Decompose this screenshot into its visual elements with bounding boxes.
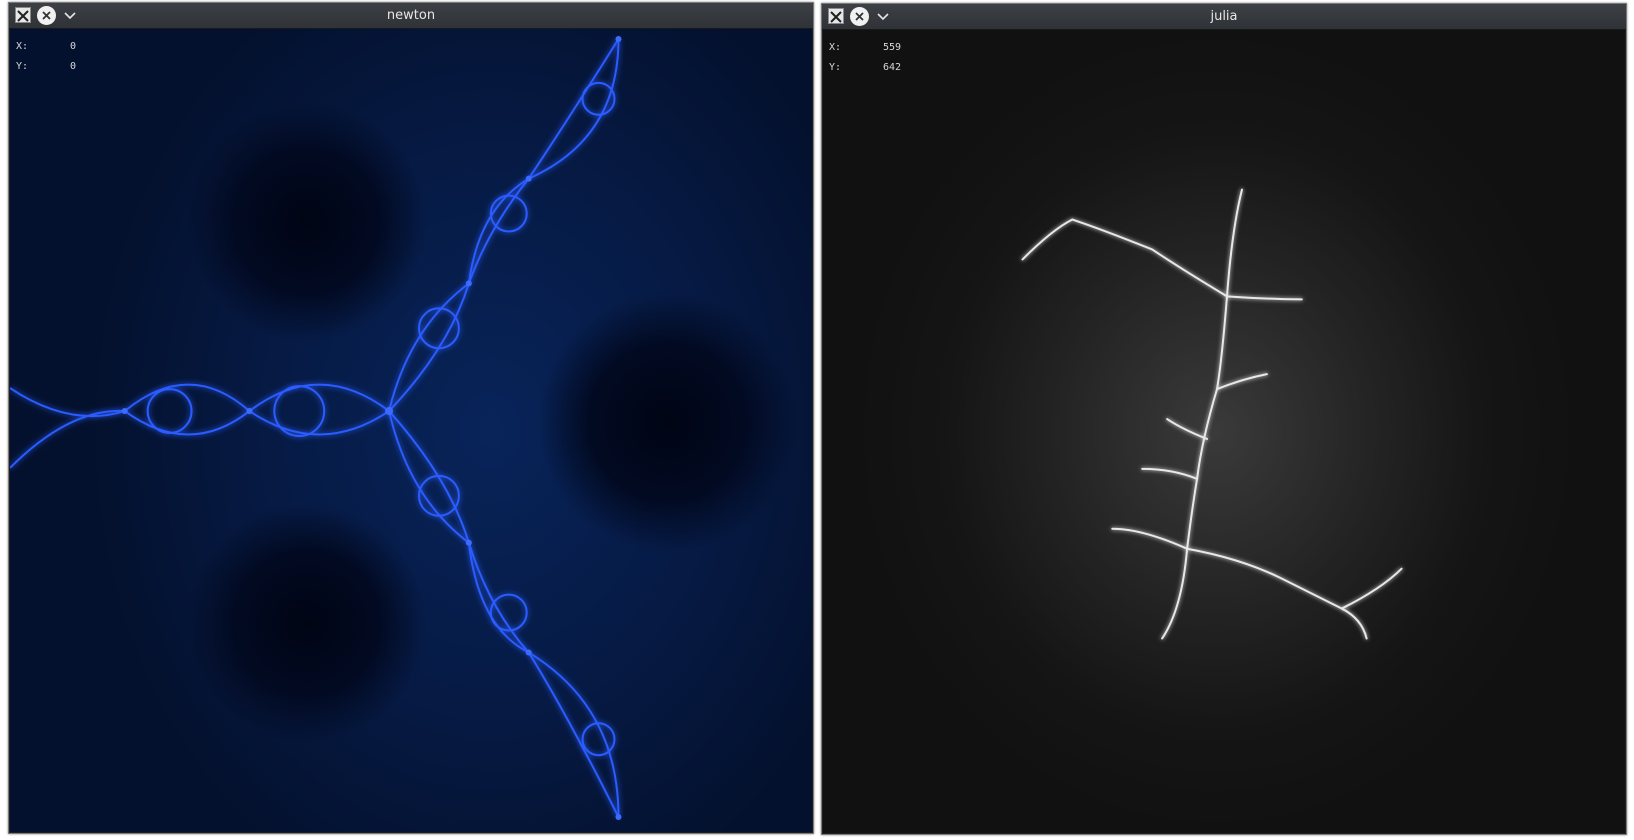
x-label: X: [829, 42, 842, 53]
window-title: julia [1210, 9, 1238, 24]
x-label: X: [16, 41, 29, 52]
julia-window[interactable]: julia X: 559 Y: 642 [821, 3, 1627, 835]
newton-window[interactable]: newton X: 0 Y: 0 [8, 2, 814, 834]
newton-fractal-canvas[interactable]: X: 0 Y: 0 [10, 29, 812, 832]
y-label: Y: [16, 61, 29, 72]
y-value: 642 [883, 62, 902, 73]
y-value: 0 [70, 61, 77, 72]
julia-fractal-canvas[interactable]: X: 559 Y: 642 [823, 30, 1625, 833]
x-value: 559 [883, 42, 902, 53]
y-label: Y: [829, 62, 842, 73]
window-title: newton [386, 8, 436, 23]
titlebar[interactable]: newton [9, 3, 813, 29]
newton-fractal [10, 35, 622, 821]
titlebar[interactable]: julia [822, 4, 1626, 30]
coordinate-readout: X: 559 Y: 642 [829, 38, 901, 78]
x-value: 0 [70, 41, 77, 52]
coordinate-readout: X: 0 Y: 0 [16, 37, 76, 77]
julia-fractal [1021, 188, 1403, 640]
